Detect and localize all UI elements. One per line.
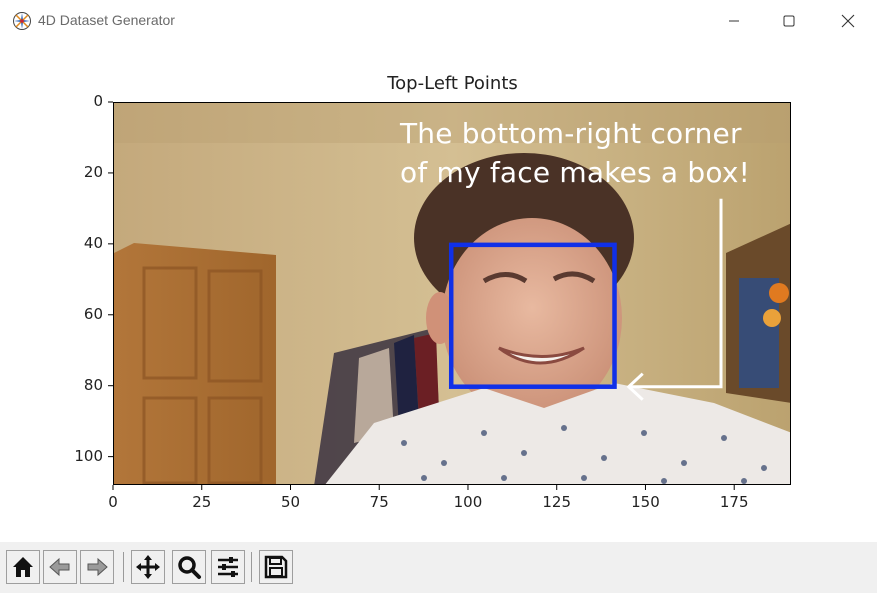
y-tick-label: 100 bbox=[74, 446, 103, 465]
x-tick-label: 50 bbox=[280, 493, 301, 511]
back-button[interactable] bbox=[43, 550, 77, 584]
navigation-toolbar bbox=[0, 542, 877, 593]
plot-title-text: Top-Left Points bbox=[387, 73, 518, 94]
forward-icon bbox=[87, 557, 108, 577]
annotation-text: The bottom-right corner of my face makes… bbox=[400, 114, 750, 192]
x-tick-label: 75 bbox=[369, 493, 389, 511]
zoom-button[interactable] bbox=[172, 550, 206, 584]
pan-icon bbox=[136, 555, 160, 579]
app-logo-icon bbox=[13, 12, 31, 30]
x-tick-label: 150 bbox=[631, 493, 660, 511]
title-bar[interactable]: 4D Dataset Generator bbox=[0, 0, 877, 42]
toolbar-separator bbox=[251, 552, 252, 582]
minimize-button[interactable] bbox=[705, 0, 763, 42]
x-tick-label: 100 bbox=[453, 493, 483, 511]
configure-subplots-button[interactable] bbox=[211, 550, 245, 584]
back-icon bbox=[49, 557, 70, 577]
maximize-button[interactable] bbox=[760, 0, 818, 42]
pan-button[interactable] bbox=[131, 550, 165, 584]
y-tick-label: 0 bbox=[93, 92, 103, 110]
y-tick-label: 80 bbox=[83, 375, 103, 394]
x-tick-label: 25 bbox=[192, 493, 212, 511]
x-tick-label: 125 bbox=[542, 493, 572, 511]
forward-button[interactable] bbox=[80, 550, 114, 584]
configure-subplots-icon bbox=[218, 557, 238, 577]
annotation-line-1: The bottom-right corner bbox=[400, 117, 742, 150]
y-tick-label: 40 bbox=[83, 233, 103, 252]
y-tick-label: 60 bbox=[83, 304, 103, 323]
y-tick-label: 20 bbox=[83, 162, 103, 181]
close-button[interactable] bbox=[819, 0, 877, 42]
app-window: 4D Dataset Generator Top-Left Points The… bbox=[0, 0, 877, 593]
minimize-icon bbox=[729, 20, 739, 22]
close-icon bbox=[841, 14, 855, 28]
save-button[interactable] bbox=[259, 550, 293, 584]
annotation-line-2: of my face makes a box! bbox=[400, 156, 751, 189]
window-title: 4D Dataset Generator bbox=[38, 12, 175, 28]
toolbar-separator bbox=[123, 552, 124, 582]
maximize-icon bbox=[783, 15, 795, 27]
x-tick-label: 0 bbox=[108, 493, 118, 511]
zoom-icon bbox=[178, 556, 201, 579]
home-button[interactable] bbox=[6, 550, 40, 584]
plot-title: Top-Left Points bbox=[0, 73, 877, 94]
home-icon bbox=[13, 557, 33, 577]
x-tick-label: 175 bbox=[719, 493, 749, 511]
save-icon bbox=[264, 555, 288, 579]
